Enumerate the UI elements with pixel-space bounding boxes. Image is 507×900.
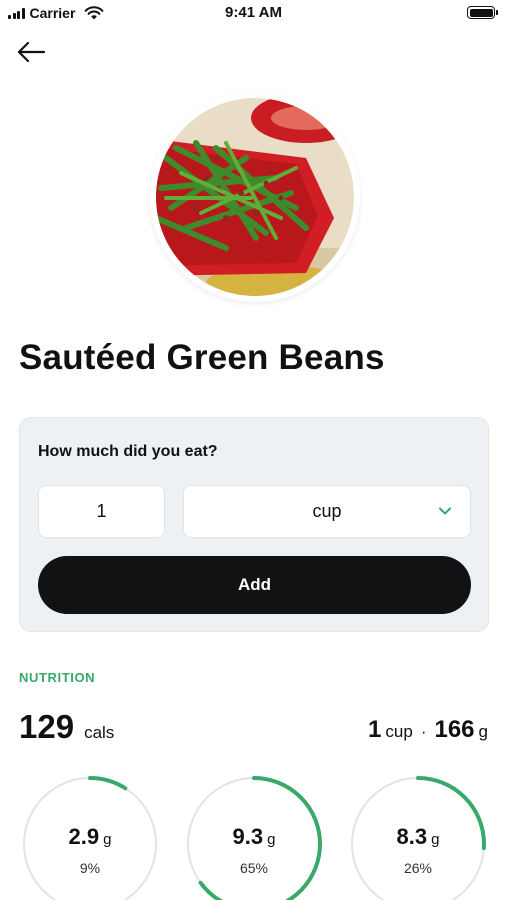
green-beans-image	[156, 98, 354, 296]
unit-select[interactable]: cup	[183, 485, 471, 538]
status-bar: Carrier 9:41 AM	[0, 0, 507, 28]
status-time: 9:41 AM	[225, 4, 282, 21]
nutrition-section-label: NUTRITION	[19, 670, 96, 685]
macro-value: 8.3 g	[396, 824, 440, 849]
arrow-left-icon	[17, 41, 46, 63]
quantity-value: 1	[96, 501, 107, 521]
battery-icon	[467, 6, 498, 19]
portion-question: How much did you eat?	[38, 443, 218, 460]
serving-separator: ·	[420, 722, 427, 741]
food-title: Sautéed Green Beans	[19, 338, 385, 377]
unit-value: cup	[312, 501, 342, 521]
weight-unit: g	[478, 722, 488, 741]
food-photo	[150, 92, 360, 302]
add-button[interactable]: Add	[38, 556, 471, 614]
serving-weight: 166	[434, 716, 475, 743]
serving-info: 1 cup · 166 g	[368, 716, 488, 744]
calories-unit: cals	[84, 723, 115, 742]
portion-card: How much did you eat? 1 cup Add	[19, 417, 489, 632]
macro-ring-2: 9.3 g 65%	[184, 774, 324, 900]
serving-qty: 1	[368, 716, 382, 743]
macro-value: 2.9 g	[68, 824, 112, 849]
macro-value: 9.3 g	[232, 824, 276, 849]
macro-ring-3: 8.3 g 26%	[348, 774, 488, 900]
macro-percent: 26%	[403, 860, 433, 876]
macro-percent: 9%	[79, 860, 101, 876]
chevron-down-icon	[439, 507, 451, 515]
macro-percent: 65%	[239, 860, 269, 876]
back-button[interactable]	[14, 38, 48, 66]
serving-unit: cup	[385, 722, 413, 741]
calories-value: 129	[19, 708, 75, 745]
quantity-input[interactable]: 1	[38, 485, 165, 538]
macro-ring-1: 2.9 g 9%	[20, 774, 160, 900]
calories: 129 cals	[19, 708, 114, 746]
